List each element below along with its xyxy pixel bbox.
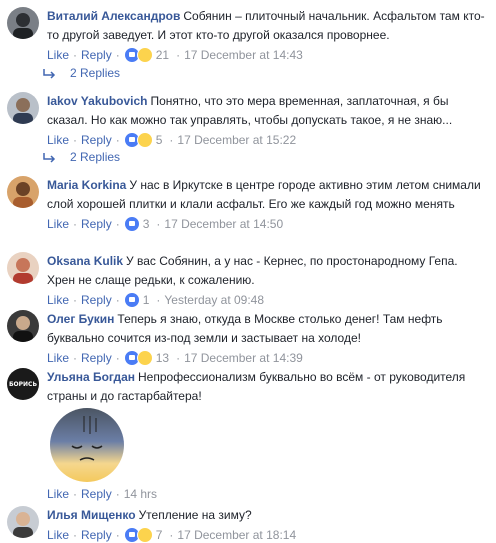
timestamp[interactable]: 17 December at 14:50 (164, 216, 283, 232)
comment-text: Илья Мищенко Утепление на зиму? (47, 506, 486, 525)
author-name[interactable]: Iakov Yakubovich (47, 94, 148, 108)
view-replies-link[interactable]: 2 Replies (42, 150, 120, 164)
timestamp[interactable]: 14 hrs (124, 486, 157, 502)
reply-button[interactable]: Reply (81, 527, 112, 543)
comment-message: Утепление на зиму? (138, 508, 252, 522)
author-name[interactable]: Олег Букин (47, 312, 114, 326)
comment-text: Oksana Kulik У вас Собянин, а у нас - Кер… (47, 252, 486, 290)
comment-text: Ульяна Богдан Непрофессионализм буквально… (47, 368, 486, 406)
reaction-summary[interactable]: 1 (123, 292, 149, 308)
reaction-summary[interactable]: 13 (123, 350, 169, 366)
comment-text: Maria Korkina У нас в Иркутске в центре г… (47, 176, 486, 214)
avatar[interactable] (7, 252, 39, 284)
avatar[interactable] (7, 310, 39, 342)
like-button[interactable]: Like (47, 216, 69, 232)
wow-icon (136, 350, 153, 366)
avatar[interactable] (7, 506, 39, 538)
author-name[interactable]: Илья Мищенко (47, 508, 136, 522)
author-name[interactable]: Виталий Александров (47, 9, 180, 23)
wow-icon (136, 47, 153, 63)
like-button[interactable]: Like (47, 486, 69, 502)
author-name[interactable]: Oksana Kulik (47, 254, 123, 268)
reaction-summary[interactable]: 5 (123, 132, 162, 148)
reply-arrow-icon (43, 69, 56, 79)
avatar[interactable] (7, 176, 39, 208)
like-button[interactable]: Like (47, 292, 69, 308)
timestamp[interactable]: 17 December at 14:43 (184, 47, 303, 63)
reply-button[interactable]: Reply (81, 292, 112, 308)
reply-button[interactable]: Reply (81, 350, 112, 366)
timestamp[interactable]: Yesterday at 09:48 (164, 292, 264, 308)
reaction-summary[interactable]: 3 (123, 216, 149, 232)
view-replies-link[interactable]: 2 Replies (42, 66, 120, 80)
comments-list: Виталий Александров Собянин – плиточный н… (7, 7, 486, 543)
wow-icon (136, 132, 153, 148)
avatar[interactable] (7, 92, 39, 124)
author-name[interactable]: Ульяна Богдан (47, 370, 135, 384)
like-icon (123, 292, 140, 308)
like-icon (123, 216, 140, 232)
like-button[interactable]: Like (47, 132, 69, 148)
sticker-image[interactable] (50, 408, 124, 482)
avatar[interactable]: БОРИСЬ (7, 368, 39, 400)
reply-arrow-icon (43, 153, 56, 163)
reply-button[interactable]: Reply (81, 216, 112, 232)
avatar[interactable] (7, 7, 39, 39)
like-button[interactable]: Like (47, 47, 69, 63)
comment-text: Виталий Александров Собянин – плиточный н… (47, 7, 486, 45)
wow-icon (136, 527, 153, 543)
reply-button[interactable]: Reply (81, 132, 112, 148)
timestamp[interactable]: 17 December at 15:22 (177, 132, 296, 148)
author-name[interactable]: Maria Korkina (47, 178, 126, 192)
like-button[interactable]: Like (47, 527, 69, 543)
timestamp[interactable]: 17 December at 14:39 (184, 350, 303, 366)
reply-button[interactable]: Reply (81, 47, 112, 63)
like-button[interactable]: Like (47, 350, 69, 366)
comment-text: Олег Букин Теперь я знаю, откуда в Москве… (47, 310, 486, 348)
reaction-summary[interactable]: 21 (123, 47, 169, 63)
reply-button[interactable]: Reply (81, 486, 112, 502)
timestamp[interactable]: 17 December at 18:14 (177, 527, 296, 543)
reaction-summary[interactable]: 7 (123, 527, 162, 543)
comment-text: Iakov Yakubovich Понятно, что это мера вр… (47, 92, 486, 130)
